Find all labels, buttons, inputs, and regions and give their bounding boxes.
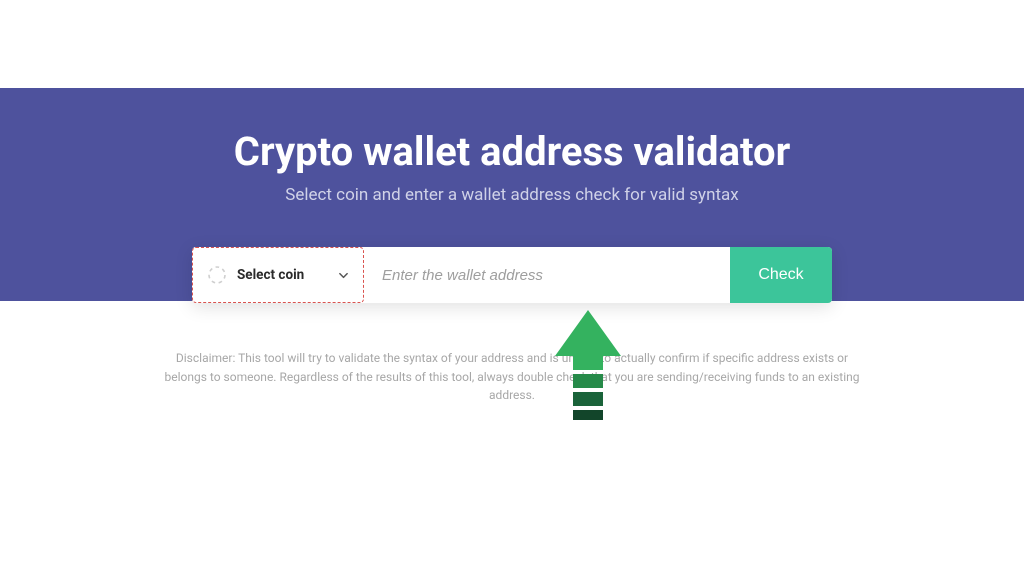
check-button[interactable]: Check — [730, 247, 832, 303]
coin-placeholder-icon — [207, 265, 227, 285]
coin-select-dropdown[interactable]: Select coin — [192, 247, 364, 303]
coin-select-label: Select coin — [237, 267, 304, 283]
wallet-address-input[interactable] — [364, 247, 730, 303]
page-title: Crypto wallet address validator — [20, 128, 1004, 175]
page-subtitle: Select coin and enter a wallet address c… — [20, 185, 1004, 205]
disclaimer-text: Disclaimer: This tool will try to valida… — [162, 349, 862, 405]
top-bar — [0, 0, 1024, 88]
validator-form: Select coin Check — [192, 247, 832, 303]
chevron-down-icon — [338, 270, 349, 281]
form-row: Select coin Check — [192, 247, 832, 303]
